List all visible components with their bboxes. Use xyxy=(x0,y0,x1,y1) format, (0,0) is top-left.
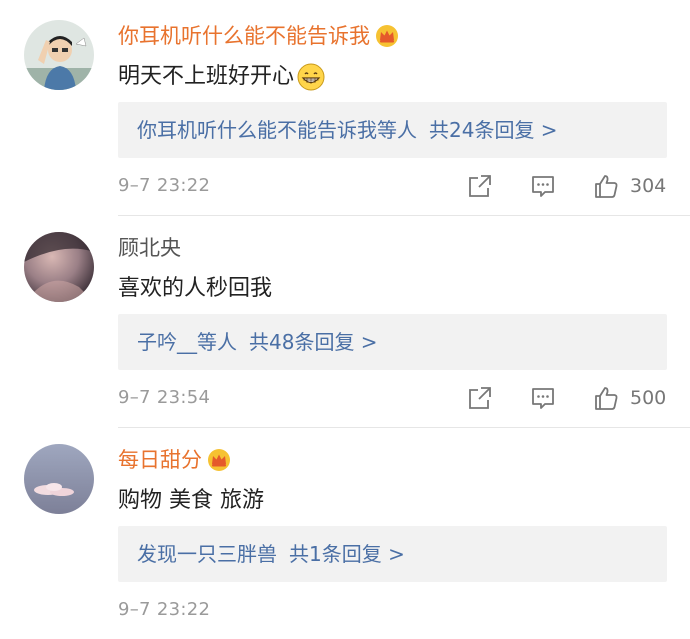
reply-summary[interactable]: 发现一只三胖兽 共1条回复 > xyxy=(118,526,667,582)
username-text[interactable]: 每日甜分 xyxy=(118,446,202,474)
like-count: 500 xyxy=(630,387,667,409)
comment-meta: 9–7 23:22 304 xyxy=(0,171,690,201)
avatar[interactable] xyxy=(24,20,94,90)
timestamp: 9–7 23:22 xyxy=(118,599,211,620)
comment-icon[interactable] xyxy=(530,385,556,411)
reply-summary[interactable]: 你耳机听什么能不能告诉我等人 共24条回复 > xyxy=(118,102,667,158)
crown-icon xyxy=(376,25,398,47)
username[interactable]: 顾北央 xyxy=(118,234,181,262)
comment-text: 明天不上班好开心 xyxy=(118,62,326,92)
share-icon[interactable] xyxy=(467,385,493,411)
reply-names[interactable]: 你耳机听什么能不能告诉我等人 xyxy=(137,118,417,142)
reply-count[interactable]: 共48条回复 > xyxy=(249,330,378,354)
share-icon[interactable] xyxy=(467,173,493,199)
crown-icon xyxy=(208,449,230,471)
avatar[interactable] xyxy=(24,444,94,514)
comment-icon[interactable] xyxy=(530,173,556,199)
comment-meta: 9–7 23:54 500 xyxy=(0,383,690,413)
reply-names[interactable]: 发现一只三胖兽 xyxy=(137,542,277,566)
reply-summary[interactable]: 子吟__等人 共48条回复 > xyxy=(118,314,667,370)
comment-text-content: 购物 美食 旅游 xyxy=(118,488,264,513)
comment-meta: 9–7 23:22 xyxy=(0,595,690,625)
comment-text: 喜欢的人秒回我 xyxy=(118,274,272,304)
like-count: 304 xyxy=(630,175,667,197)
avatar[interactable] xyxy=(24,232,94,302)
username[interactable]: 你耳机听什么能不能告诉我 xyxy=(118,22,399,50)
username-text[interactable]: 顾北央 xyxy=(118,234,181,262)
comment-text-content: 明天不上班好开心 xyxy=(118,64,295,89)
comment-text-content: 喜欢的人秒回我 xyxy=(118,276,273,301)
username[interactable]: 每日甜分 xyxy=(118,446,231,474)
grin-emoji-icon xyxy=(297,63,325,91)
username-text[interactable]: 你耳机听什么能不能告诉我 xyxy=(118,22,370,50)
like-icon[interactable] xyxy=(593,173,619,199)
timestamp: 9–7 23:54 xyxy=(118,387,211,408)
divider xyxy=(118,215,690,216)
like-icon[interactable] xyxy=(593,385,619,411)
reply-count[interactable]: 共24条回复 > xyxy=(429,118,558,142)
reply-count[interactable]: 共1条回复 > xyxy=(289,542,405,566)
divider xyxy=(118,427,690,428)
comment-text: 购物 美食 旅游 xyxy=(118,486,264,516)
timestamp: 9–7 23:22 xyxy=(118,175,211,196)
reply-names[interactable]: 子吟__等人 xyxy=(137,330,237,354)
